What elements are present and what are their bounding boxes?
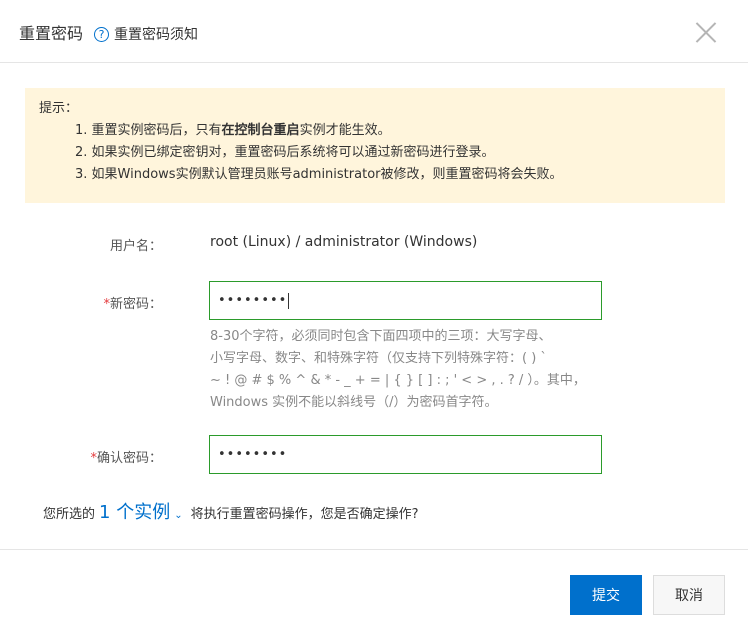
- dialog-title: 重置密码: [19, 24, 84, 43]
- reset-password-dialog: 重置密码 ? 重置密码须知 提示： 1. 重置实例密码后，只有在控制台重启实例才…: [0, 0, 748, 639]
- notice-items: 1. 重置实例密码后，只有在控制台重启实例才能生效。 2. 如果实例已绑定密钥对…: [75, 120, 711, 186]
- confirm-message: 您所选的 1 个实例 ⌄ 将执行重置密码操作，您是否确定操作?: [43, 498, 419, 524]
- chevron-down-icon[interactable]: ⌄: [174, 510, 182, 521]
- confirm-password-input[interactable]: ••••••••: [209, 435, 602, 474]
- notice-item-3: 3. 如果Windows实例默认管理员账号administrator被修改，则重…: [75, 167, 563, 182]
- notice-item-1-bold: 在控制台重启: [221, 123, 300, 138]
- instance-count-link[interactable]: 1 个实例: [99, 498, 170, 524]
- dialog-footer: 提交 取消: [0, 549, 748, 639]
- password-hint: 8-30个字符，必须同时包含下面四项中的三项：大写字母、 小写字母、数字、和特殊…: [210, 329, 586, 410]
- close-icon[interactable]: [692, 18, 720, 46]
- confirm-password-label: *确认密码：: [90, 451, 162, 466]
- help-link-text: 重置密码须知: [114, 27, 198, 43]
- help-link[interactable]: ? 重置密码须知: [94, 24, 198, 44]
- username-value: root (Linux) / administrator (Windows): [210, 234, 478, 250]
- new-password-input[interactable]: ••••••••: [209, 281, 602, 320]
- notice-item-1: 1. 重置实例密码后，只有在控制台重启实例才能生效。: [75, 123, 391, 138]
- notice-heading: 提示：: [39, 101, 79, 116]
- question-circle-icon: ?: [94, 26, 109, 42]
- submit-button[interactable]: 提交: [570, 575, 642, 615]
- cancel-button[interactable]: 取消: [653, 575, 725, 615]
- notice-box: 提示： 1. 重置实例密码后，只有在控制台重启实例才能生效。 2. 如果实例已绑…: [25, 88, 725, 203]
- notice-item-2: 2. 如果实例已绑定密钥对，重置密码后系统将可以通过新密码进行登录。: [75, 145, 495, 160]
- new-password-label: *新密码：: [103, 297, 162, 312]
- dialog-header: 重置密码 ? 重置密码须知: [0, 0, 748, 63]
- text-caret: [288, 292, 290, 309]
- username-label: 用户名：: [109, 239, 162, 254]
